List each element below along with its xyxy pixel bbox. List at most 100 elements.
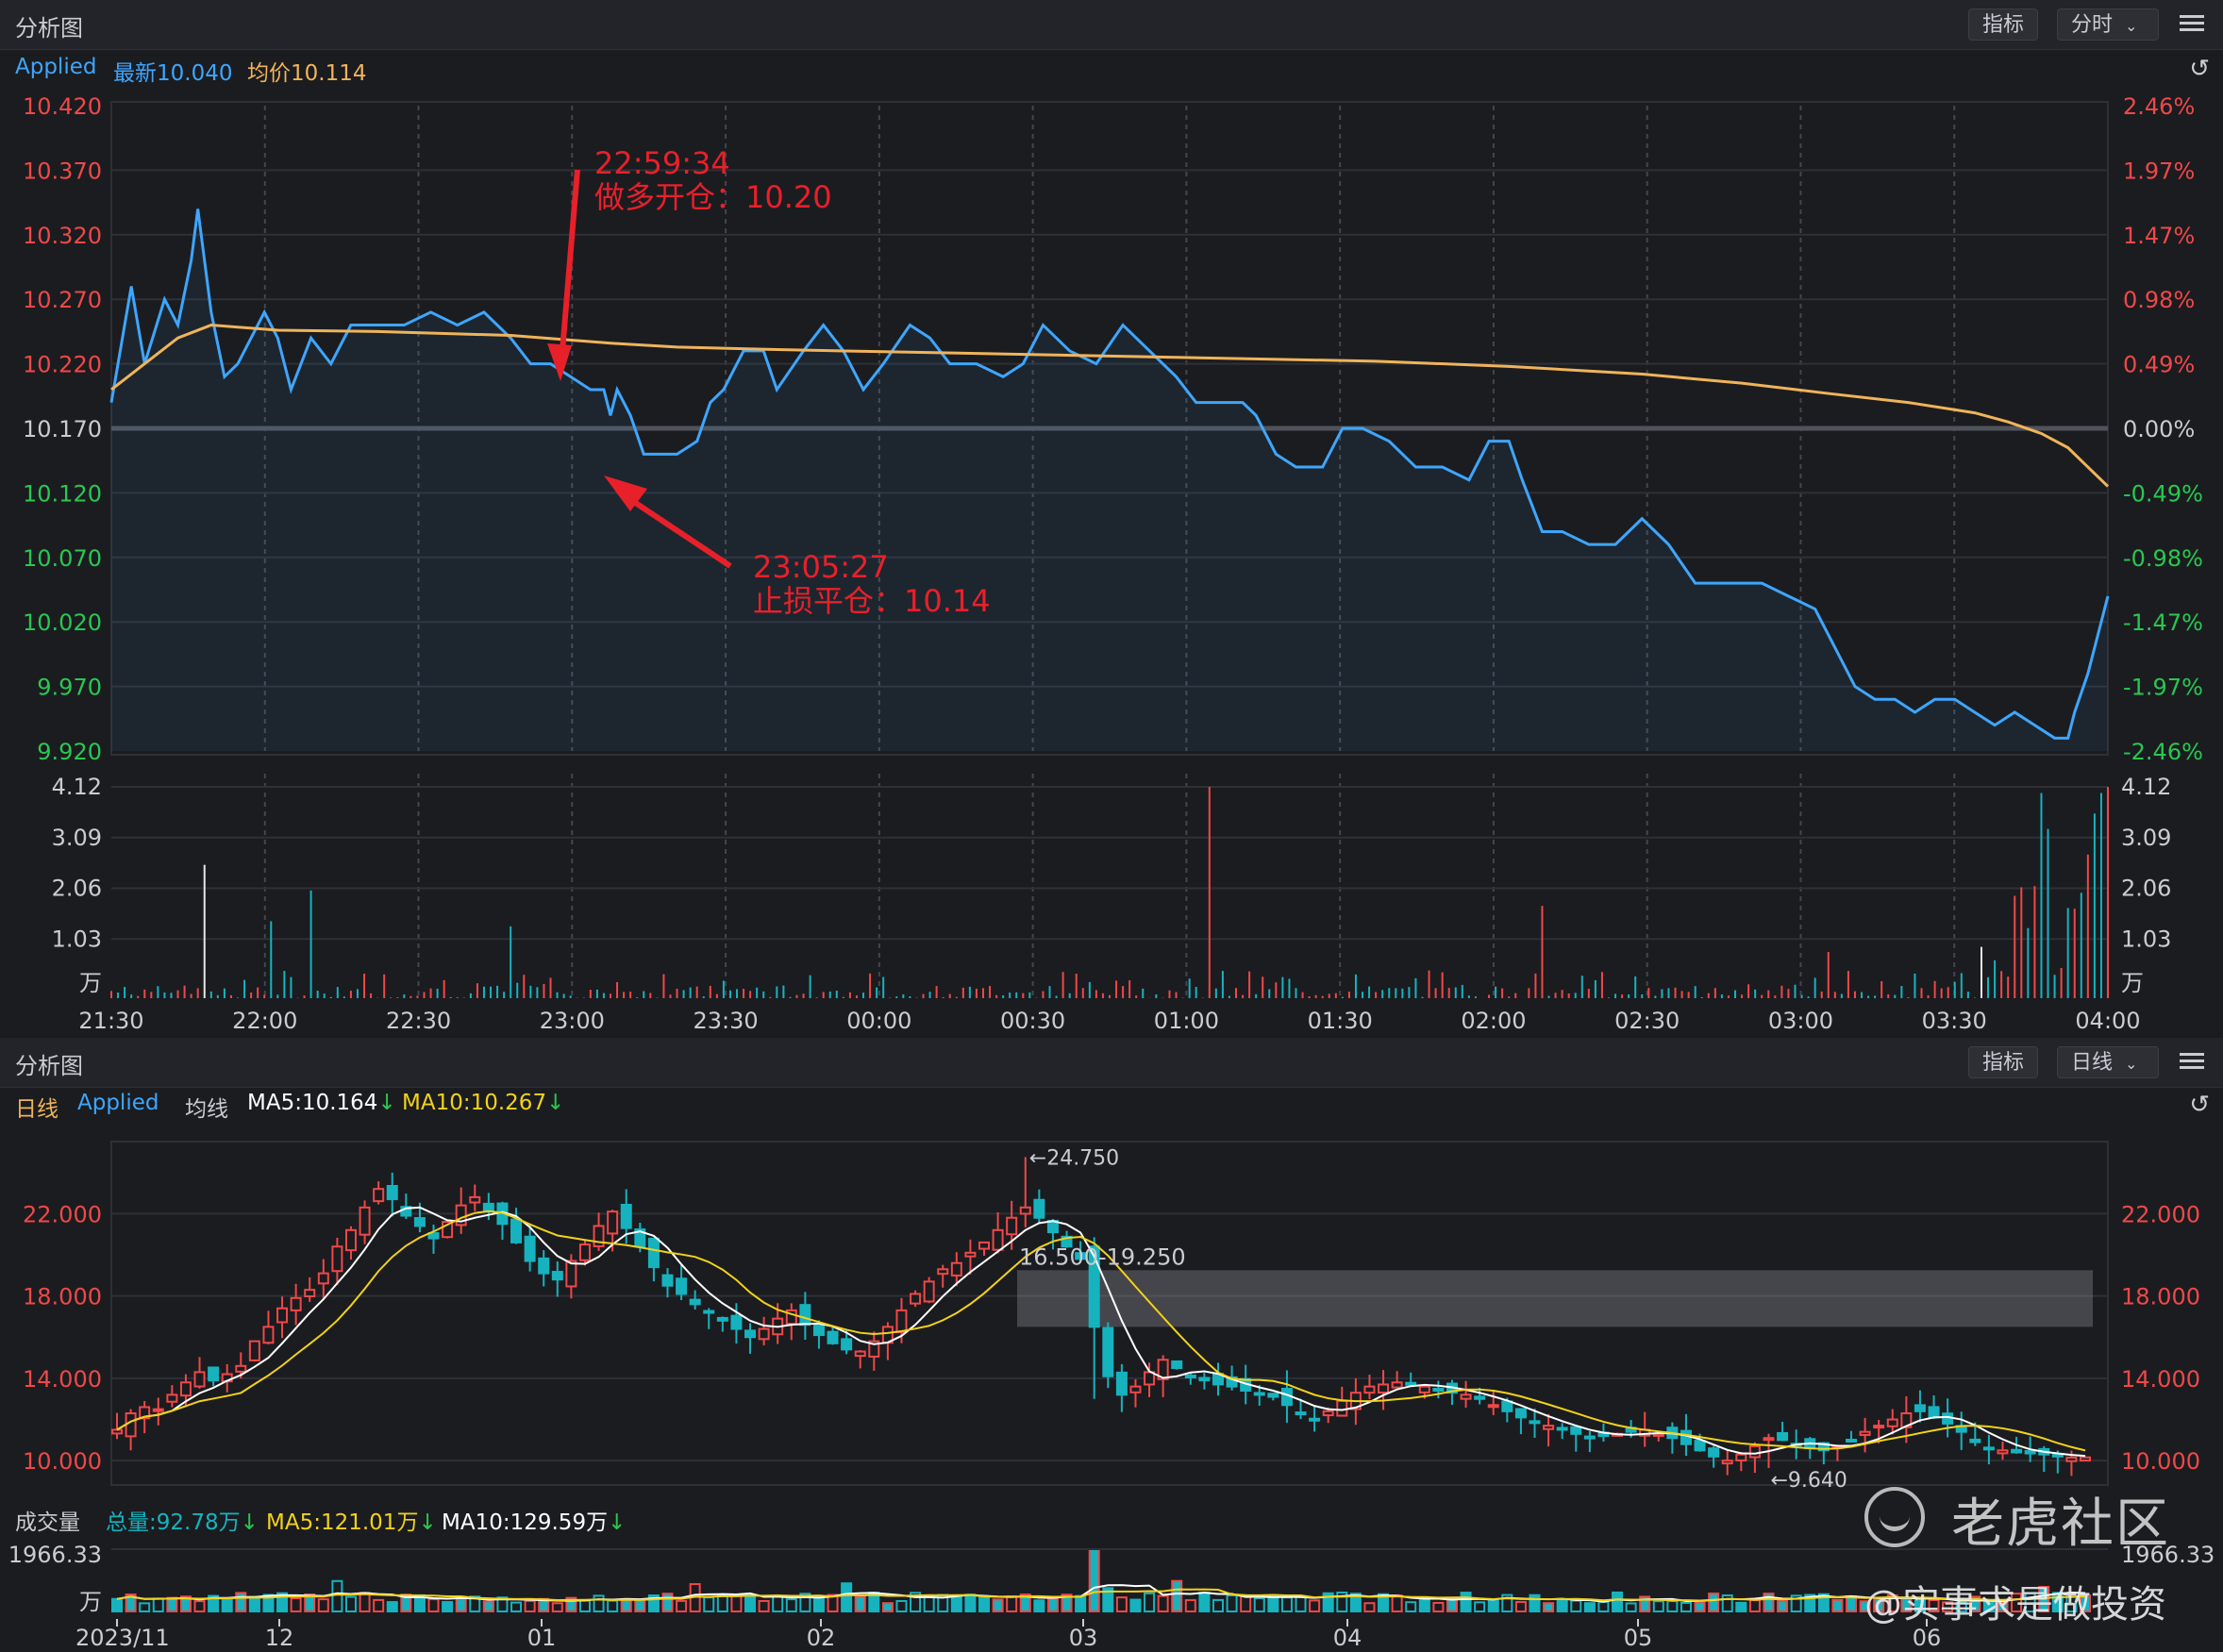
intraday-volume-bar xyxy=(2053,975,2056,998)
y-tick-left: 9.920 xyxy=(37,739,102,765)
candle-body xyxy=(1309,1417,1321,1422)
intraday-volume-bar xyxy=(695,986,698,998)
candle-body xyxy=(317,1272,329,1285)
daily-volume-bar xyxy=(841,1582,853,1612)
top-panel-title: 分析图 xyxy=(15,15,83,42)
intraday-volume-bar xyxy=(1628,993,1630,998)
intraday-volume-bar xyxy=(1894,994,1897,998)
y-tick-left: 10.420 xyxy=(23,93,102,120)
candle-body xyxy=(1336,1399,1348,1417)
candle-body xyxy=(1928,1406,1940,1419)
intraday-volume-bar xyxy=(1594,979,1596,998)
daily-volume-bar xyxy=(923,1594,935,1612)
candle-body xyxy=(607,1210,619,1235)
daily-volume-bar xyxy=(551,1602,563,1613)
intraday-volume-bar xyxy=(1621,994,1624,998)
intraday-volume-bar xyxy=(1667,988,1670,998)
daily-volume-bar xyxy=(950,1594,962,1612)
intraday-volume-bar xyxy=(1574,993,1577,998)
intraday-volume-bar xyxy=(569,995,572,998)
intraday-volume-bar xyxy=(589,990,592,998)
intraday-volume-bar xyxy=(1747,984,1750,998)
intraday-volume-bar xyxy=(728,990,731,998)
intraday-volume-bar xyxy=(689,987,692,998)
x-tick: 03 xyxy=(1069,1625,1098,1651)
x-tick: 23:30 xyxy=(693,1008,758,1034)
intraday-volume-bar xyxy=(1734,990,1737,998)
y-tick-right: 0.98% xyxy=(2123,287,2195,313)
intraday-volume-bar xyxy=(456,997,459,998)
daily-candle-chart: 22.000 18.000 14.000 10.000 22.000 18.000 14.… xyxy=(23,1141,2200,1493)
intraday-volume-bar xyxy=(942,996,944,998)
intraday-volume-bar xyxy=(1434,988,1437,998)
top-indicator-button[interactable]: 指标 xyxy=(1968,8,2039,41)
intraday-volume-bar xyxy=(882,976,885,998)
reset-icon[interactable]: ↺ xyxy=(2189,55,2210,83)
candle-body xyxy=(1529,1420,1541,1425)
candle-body xyxy=(179,1381,192,1397)
average-price: 均价10.114 xyxy=(247,61,367,86)
candle-body xyxy=(469,1195,481,1204)
intraday-volume-bar xyxy=(1547,995,1550,998)
intraday-volume-bar xyxy=(1874,995,1877,998)
daily-volume-bar xyxy=(578,1599,591,1612)
y-tick-right: -1.97% xyxy=(2123,675,2203,701)
intraday-volume-bar xyxy=(1228,995,1230,998)
bottom-menu-icon[interactable] xyxy=(2180,1049,2204,1074)
reset-icon[interactable]: ↺ xyxy=(2189,1091,2210,1119)
daily-volume-bar xyxy=(1226,1594,1238,1612)
daily-volume-bar xyxy=(1846,1595,1858,1613)
candle-body xyxy=(290,1296,302,1311)
daily-volume-bar xyxy=(1583,1602,1596,1612)
watermark-brand: 老虎社区 xyxy=(1951,1493,2170,1555)
daily-volume-bar xyxy=(442,1601,454,1612)
candle-body xyxy=(2065,1456,2078,1462)
intraday-volume-bar xyxy=(510,926,512,998)
y-tick-left: 18.000 xyxy=(23,1284,102,1310)
candle-body xyxy=(799,1304,811,1327)
daily-volume-bar xyxy=(964,1594,977,1612)
candle-body xyxy=(1886,1418,1898,1427)
intraday-volume-bar xyxy=(643,991,645,998)
intraday-volume-bar xyxy=(1002,994,1005,998)
intraday-volume-bar xyxy=(1341,996,1344,998)
intraday-volume-bar xyxy=(1281,976,1284,998)
intraday-volume-bar xyxy=(1933,980,1936,998)
candle-body xyxy=(1982,1446,1995,1451)
bottom-period-dropdown[interactable]: 日线 ⌄ xyxy=(2057,1046,2159,1078)
y-tick-left: 10.170 xyxy=(23,416,102,442)
intraday-volume-bar xyxy=(1994,959,1997,998)
top-period-dropdown[interactable]: 分时 ⌄ xyxy=(2057,8,2159,41)
intraday-volume-bar xyxy=(237,997,240,998)
intraday-volume-bar xyxy=(1401,988,1404,998)
daily-volume-bar xyxy=(1652,1600,1664,1612)
candle-body xyxy=(1583,1435,1596,1440)
candle-body xyxy=(1460,1393,1472,1400)
top-menu-icon[interactable] xyxy=(2180,11,2204,36)
intraday-volume-bar xyxy=(835,991,838,998)
candle-body xyxy=(812,1323,825,1337)
intraday-volume-bar xyxy=(1514,993,1517,998)
candle-body xyxy=(1184,1375,1196,1379)
daily-volume-bar xyxy=(1115,1596,1128,1612)
intraday-volume-bar xyxy=(1927,994,1930,998)
candle-body xyxy=(758,1327,770,1341)
intraday-volume-bar xyxy=(769,996,772,998)
y-tick-right: 0.49% xyxy=(2123,352,2195,378)
intraday-volume-bar xyxy=(1095,990,1097,998)
intraday-volume-bar xyxy=(1761,994,1763,998)
intraday-volume-bar xyxy=(536,987,539,998)
intraday-volume-bar xyxy=(756,987,759,998)
intraday-volume-bar xyxy=(1887,993,1890,998)
intraday-volume-bar xyxy=(157,986,159,998)
intraday-volume-bar xyxy=(636,997,639,998)
candle-body xyxy=(1556,1427,1568,1431)
candle-body xyxy=(1763,1437,1775,1442)
intraday-volume-bar xyxy=(1840,993,1843,998)
y-tick-left: 10.370 xyxy=(23,158,102,184)
intraday-volume-bar xyxy=(1441,972,1444,998)
bottom-indicator-button[interactable]: 指标 xyxy=(1968,1046,2039,1078)
intraday-volume-bar xyxy=(1081,988,1084,998)
intraday-volume-bar xyxy=(1101,993,1104,998)
daily-volume-bar xyxy=(744,1594,757,1612)
